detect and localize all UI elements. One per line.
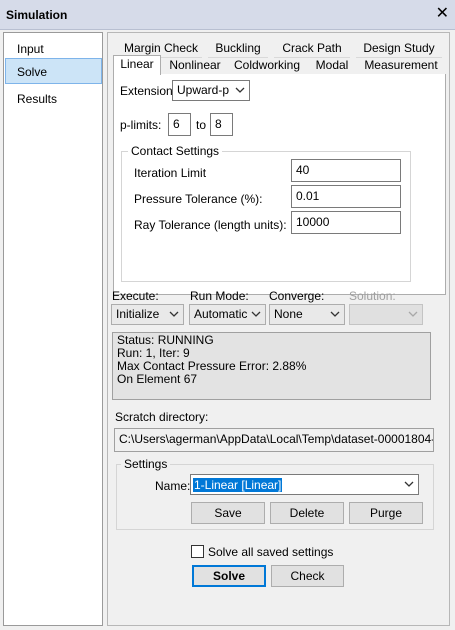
run-mode-value: Automatic — [194, 307, 248, 321]
chevron-down-icon — [251, 311, 261, 317]
window-title: Simulation — [6, 8, 68, 22]
solve-all-checkbox[interactable] — [191, 545, 204, 558]
plimits-to-label: to — [196, 118, 207, 132]
tab-crack-path[interactable]: Crack Path — [274, 40, 350, 58]
plimits-min-field[interactable]: 6 — [168, 113, 191, 136]
solve-content: Margin Check Buckling Crack Path Design … — [107, 32, 450, 626]
tab-modal[interactable]: Modal — [307, 57, 357, 75]
delete-button[interactable]: Delete — [270, 502, 344, 524]
status-output: Status: RUNNING Run: 1, Iter: 9 Max Cont… — [112, 332, 431, 400]
tab-measurement[interactable]: Measurement — [359, 57, 443, 75]
plimits-max-field[interactable]: 8 — [210, 113, 233, 136]
close-icon[interactable]: ✕ — [436, 6, 449, 22]
settings-title: Settings — [121, 457, 171, 471]
solve-all-label: Solve all saved settings — [208, 545, 334, 559]
pressure-tolerance-label: Pressure Tolerance (%): — [134, 192, 263, 206]
contact-settings-title: Contact Settings — [128, 144, 223, 158]
tab-buckling[interactable]: Buckling — [208, 40, 268, 58]
chevron-down-icon — [235, 87, 245, 93]
pressure-tolerance-field[interactable]: 0.01 — [291, 185, 401, 208]
extension-label: Extension: — [120, 84, 177, 98]
tab-linear[interactable]: Linear — [113, 55, 161, 75]
save-button[interactable]: Save — [191, 502, 265, 524]
iteration-limit-field[interactable]: 40 — [291, 159, 401, 182]
settings-name-select[interactable]: 1-Linear [Linear] — [190, 474, 419, 495]
converge-label: Converge: — [269, 289, 325, 303]
chevron-down-icon — [404, 481, 414, 487]
converge-select[interactable]: None — [269, 304, 345, 325]
solution-label: Solution: — [349, 289, 396, 303]
scratch-directory-label: Scratch directory: — [115, 410, 209, 424]
solve-button[interactable]: Solve — [192, 565, 266, 587]
converge-value: None — [274, 307, 303, 321]
left-nav: Input Solve Results — [3, 32, 103, 626]
ray-tolerance-label: Ray Tolerance (length units): — [134, 218, 287, 232]
plimits-label: p-limits: — [120, 118, 162, 132]
name-label: Name: — [155, 479, 191, 493]
tab-nonlinear[interactable]: Nonlinear — [163, 57, 227, 75]
check-button[interactable]: Check — [271, 565, 344, 587]
iteration-limit-label: Iteration Limit — [134, 166, 207, 180]
execute-value: Initialize — [116, 307, 160, 321]
tab-design-study[interactable]: Design Study — [356, 40, 442, 58]
scratch-directory-field[interactable]: C:\Users\agerman\AppData\Local\Temp\data… — [114, 428, 434, 452]
execute-select[interactable]: Initialize — [111, 304, 184, 325]
chevron-down-icon — [408, 311, 418, 317]
title-bar: Simulation ✕ — [0, 0, 455, 30]
ray-tolerance-field[interactable]: 10000 — [291, 211, 401, 234]
chevron-down-icon — [169, 311, 179, 317]
settings-name-value: 1-Linear [Linear] — [193, 478, 283, 492]
status-line: On Element 67 — [117, 372, 198, 386]
run-mode-label: Run Mode: — [190, 289, 249, 303]
nav-item-results[interactable]: Results — [5, 86, 102, 112]
chevron-down-icon — [330, 311, 340, 317]
execute-label: Execute: — [112, 289, 159, 303]
tab-coldworking[interactable]: Coldworking — [229, 57, 305, 75]
run-mode-select[interactable]: Automatic — [189, 304, 266, 325]
extension-value: Upward-p — [177, 83, 230, 97]
linear-panel: Extension: Upward-p p-limits: 6 to 8 Con… — [113, 74, 446, 295]
extension-select[interactable]: Upward-p — [172, 80, 250, 101]
solution-select[interactable] — [349, 304, 423, 325]
nav-item-solve[interactable]: Solve — [5, 58, 102, 84]
purge-button[interactable]: Purge — [349, 502, 423, 524]
